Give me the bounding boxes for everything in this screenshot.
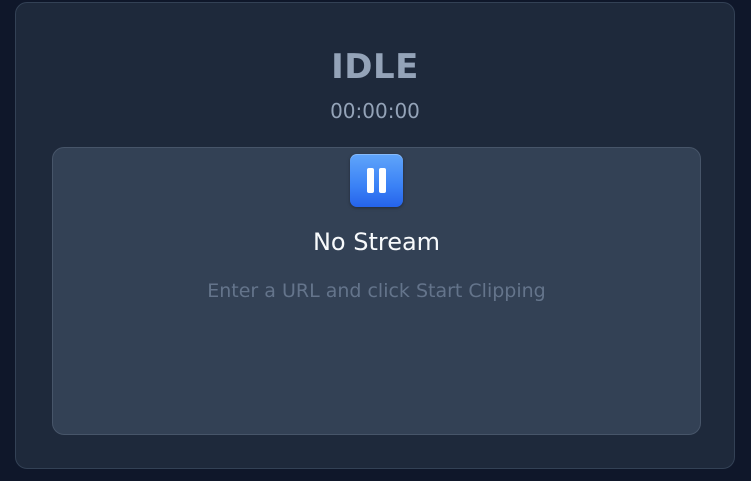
stream-title: No Stream — [312, 228, 441, 256]
elapsed-timer: 00:00:00 — [330, 99, 420, 123]
pause-icon — [350, 154, 403, 207]
stream-hint: Enter a URL and click Start Clipping — [207, 280, 546, 302]
pause-bar-left — [367, 168, 374, 193]
status-panel: IDLE 00:00:00 No Stream Enter a URL and … — [15, 2, 735, 469]
stream-preview: No Stream Enter a URL and click Start Cl… — [52, 147, 701, 435]
status-label: IDLE — [331, 47, 419, 87]
pause-bar-right — [379, 168, 386, 193]
